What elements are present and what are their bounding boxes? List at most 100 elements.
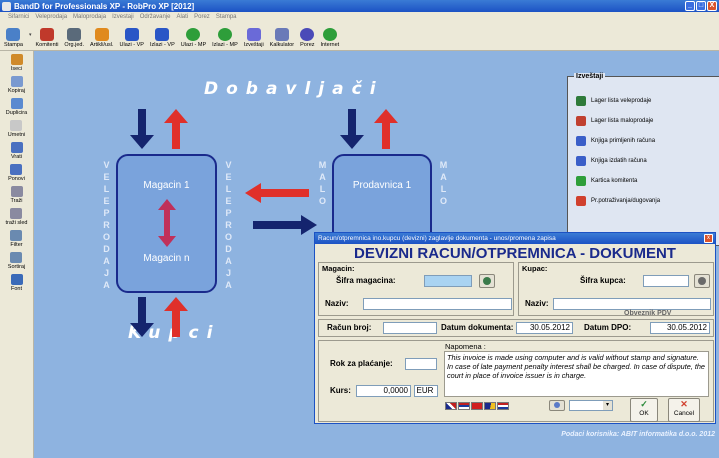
toolbar-internet[interactable]: Internet <box>321 28 339 48</box>
tax-icon <box>300 28 315 41</box>
sidebar-vrati[interactable]: Vrati <box>10 142 23 160</box>
magacin-naziv-label: Naziv: <box>325 299 349 308</box>
sidebar-filter[interactable]: Filter <box>10 230 23 248</box>
racun-broj-input[interactable] <box>383 322 437 334</box>
settings-button[interactable] <box>549 400 565 411</box>
menu-maloprodaja[interactable]: Maloprodaja <box>73 14 106 20</box>
report-potrazivanja[interactable]: Pr.potraživanja/dugovanja <box>576 191 719 211</box>
suppliers-label[interactable]: Dobavljači <box>204 79 384 99</box>
napomena-label: Napomena : <box>445 342 486 351</box>
sidebar-trazi[interactable]: Traži <box>10 186 23 204</box>
box-icon <box>94 28 109 41</box>
currency-input[interactable]: EUR <box>414 385 438 397</box>
globe-icon <box>322 28 337 41</box>
flag-montenegro-icon[interactable] <box>471 402 483 410</box>
cancel-button[interactable]: ✕ Cancel <box>668 398 700 422</box>
toolbar-artikli[interactable]: Artikli/usl. <box>90 28 114 48</box>
napomena-textarea[interactable]: This invoice is made using computer and … <box>444 351 709 397</box>
sidebar-ponovi[interactable]: Ponovi <box>8 164 25 182</box>
dialog-close-button[interactable]: x <box>704 234 713 243</box>
dialog-title-bar: Racun/otpremnica ino.kupcu (devizni) zag… <box>315 233 715 244</box>
menu-sifarnici[interactable]: Sifarnici <box>8 14 29 20</box>
kupac-group: Kupac: Šifra kupca: Naziv: Obveznik PDV <box>518 262 714 317</box>
building-icon <box>67 28 82 41</box>
back-icon <box>576 156 586 166</box>
calculator-icon <box>274 28 289 41</box>
toolbar-kalkulator[interactable]: Kalkulator <box>270 28 294 48</box>
toolbar: Stampa ▾ Komitenti Org.jed. Artikli/usl.… <box>0 21 719 51</box>
toolbar-izlazi-vp[interactable]: Izlazi - VP <box>150 28 175 48</box>
filter-icon <box>10 230 23 241</box>
toolbar-izvestaji[interactable]: Izveštaji <box>244 28 264 48</box>
sifra-magacina-input[interactable] <box>424 275 472 287</box>
menu-stampa[interactable]: Stampa <box>216 14 237 20</box>
up-arrow-icon <box>164 109 188 149</box>
report-primljeni-racuni[interactable]: Knjiga primljenih računa <box>576 131 719 151</box>
flag-bosnia-icon[interactable] <box>484 402 496 410</box>
down-arrow-icon <box>340 109 364 149</box>
warehouse-box[interactable]: Magacin 1 Magacin n <box>116 154 217 293</box>
left-circle-icon <box>217 28 232 41</box>
sidebar-kopiraj[interactable]: Kopiraj <box>8 76 25 94</box>
flag-uk-icon[interactable] <box>445 402 457 410</box>
maximize-button[interactable]: □ <box>696 1 706 11</box>
magacin-naziv-input[interactable] <box>363 298 512 310</box>
toolbar-org-jed[interactable]: Org.jed. <box>64 28 84 48</box>
flag-croatia-icon[interactable] <box>497 402 509 410</box>
customer-arrows <box>130 297 188 337</box>
toolbar-porez[interactable]: Porez <box>300 28 315 48</box>
datum-dokumenta-label: Datum dokumenta: <box>441 323 514 332</box>
retail-vertical-right: MALO <box>439 160 448 206</box>
warehouse-lookup-button[interactable] <box>479 274 495 288</box>
sifra-magacina-label: Šifra magacina: <box>336 276 396 285</box>
flag-serbia-icon[interactable] <box>458 402 470 410</box>
reports-panel: Izveštaji Lager lista veleprodaje Lager … <box>567 73 719 246</box>
rok-placanja-input[interactable] <box>405 358 437 370</box>
ok-button[interactable]: ✓ OK <box>630 398 658 422</box>
up-arrow-icon <box>374 109 398 149</box>
kupac-naziv-input[interactable] <box>553 298 711 310</box>
forward-icon <box>576 136 586 146</box>
kurs-input[interactable]: 0,0000 <box>356 385 411 397</box>
transfer-arrow-icon <box>157 199 176 247</box>
magacin-group: Magacin: Šifra magacina: Naziv: <box>318 262 514 316</box>
sidebar-sortiraj[interactable]: Sortiraj <box>8 252 25 270</box>
datum-dpo-input[interactable]: 30.05.2012 <box>650 322 710 334</box>
sidebar-iseci[interactable]: Iseci <box>10 54 23 72</box>
menu-alati[interactable]: Alati <box>176 14 188 20</box>
kupac-group-label: Kupac: <box>522 264 548 273</box>
toolbar-komitenti[interactable]: Komitenti <box>35 28 58 48</box>
sidebar-umetni[interactable]: Umetni <box>8 120 25 138</box>
menu-porez[interactable]: Porez <box>194 14 210 20</box>
menu-veleprodaja[interactable]: Veleprodaja <box>35 14 67 20</box>
gear-icon <box>554 402 560 408</box>
back-icon <box>155 28 170 41</box>
report-kartica-komitenta[interactable]: Kartica komitenta <box>576 171 719 191</box>
toolbar-ulazi-vp[interactable]: Ulazi - VP <box>120 28 144 48</box>
retail-vertical-left: MALO <box>318 160 327 206</box>
magacin-group-label: Magacin: <box>322 264 355 273</box>
sifra-kupca-input[interactable] <box>643 275 689 287</box>
report-lager-maloprodaje[interactable]: Lager lista maloprodaje <box>576 111 719 131</box>
sidebar-trazi-sled[interactable]: traži sled <box>5 208 28 226</box>
minimize-button[interactable]: _ <box>685 1 695 11</box>
report-izdati-racuni[interactable]: Knjiga izdatih računa <box>576 151 719 171</box>
toolbar-ulazi-mp[interactable]: Ulazi - MP <box>181 28 206 48</box>
sidebar-font[interactable]: Font <box>10 274 23 292</box>
language-select[interactable]: ▾ <box>569 400 613 411</box>
toolbar-izlazi-mp[interactable]: Izlazi - MP <box>212 28 238 48</box>
person-icon <box>576 176 586 186</box>
datum-dokumenta-input[interactable]: 30.05.2012 <box>516 322 573 334</box>
warehouse-bottom-label: Magacin n <box>143 253 190 264</box>
menu-izvestaji[interactable]: Izvestaji <box>112 14 134 20</box>
copy-icon <box>10 76 23 87</box>
customer-lookup-button[interactable] <box>694 274 710 288</box>
menu-odrzavanje[interactable]: Održavanje <box>140 14 171 20</box>
printer-icon <box>6 28 21 41</box>
right-circle-icon <box>186 28 201 41</box>
sidebar-duplicira[interactable]: Duplicira <box>6 98 27 116</box>
report-lager-veleprodaje[interactable]: Lager lista veleprodaje <box>576 91 719 111</box>
toolbar-stampa[interactable]: Stampa <box>4 28 23 48</box>
close-button[interactable]: X <box>707 1 717 11</box>
wholesale-vertical-right: VELEPRODAJA <box>224 160 232 290</box>
